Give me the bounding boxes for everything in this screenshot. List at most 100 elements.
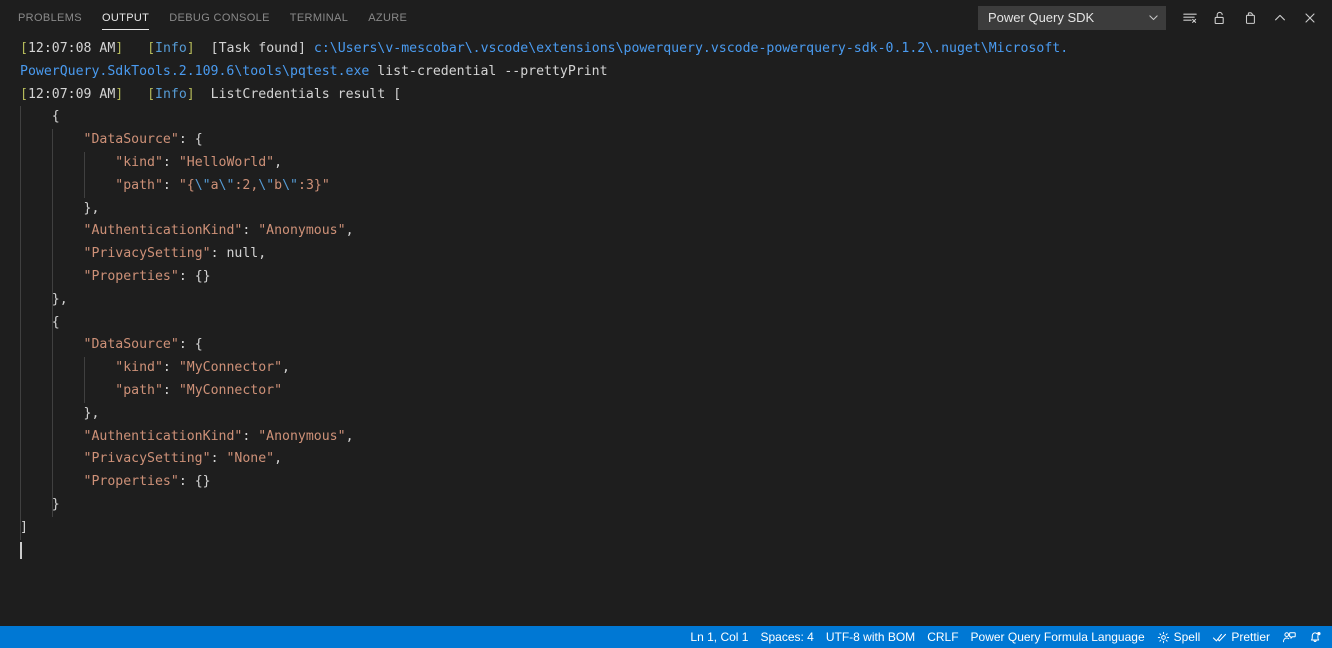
output-line: "path": "{\"a\":2,\"b\":3}" — [20, 175, 1332, 198]
feedback-person-icon — [1282, 630, 1296, 644]
output-token-plain: list-credential --prettyPrint — [369, 63, 608, 79]
status-item-editor-position[interactable]: Ln 1, Col 1 — [684, 626, 754, 648]
status-bar: Ln 1, Col 1 Spaces: 4 UTF-8 with BOM CRLF Po… — [0, 626, 1332, 648]
output-token-punc: { — [20, 314, 60, 330]
output-token-punc: : — [162, 154, 179, 170]
status-item-label: Spell — [1173, 630, 1201, 644]
output-token-key: "kind" — [115, 360, 163, 376]
output-line: }, — [20, 403, 1332, 426]
output-token-plain — [195, 41, 211, 56]
output-token-info: Info — [155, 41, 187, 56]
output-token-key: "path" — [115, 382, 163, 398]
output-token-plain: ListCredentials result [ — [210, 86, 402, 102]
output-view[interactable]: [12:07:08 AM] [Info] [Task found] c:\Use… — [0, 35, 1332, 626]
open-output-in-editor-button[interactable] — [1236, 4, 1264, 32]
output-token-bracket: [ — [20, 41, 28, 56]
output-line: "DataSource": { — [20, 129, 1332, 152]
output-token-punc: } — [20, 496, 60, 512]
output-token-punc: , — [345, 428, 354, 444]
panel-tab-debug-console[interactable]: DEBUG CONSOLE — [159, 0, 280, 35]
output-token-key: "PrivacySetting" — [83, 451, 211, 467]
output-token-punc: : — [210, 451, 227, 467]
output-line: } — [20, 494, 1332, 517]
panel-actions: Power Query SDK — [978, 0, 1332, 35]
status-item-editor-eol[interactable]: CRLF — [921, 626, 964, 648]
output-line: { — [20, 312, 1332, 335]
output-token-esc: \" — [194, 177, 211, 193]
status-item-feedback[interactable] — [1276, 626, 1302, 648]
status-item-label: Power Query Formula Language — [970, 630, 1145, 644]
output-line: ] — [20, 517, 1332, 540]
output-token-bracket: [ — [147, 86, 156, 102]
output-token-str: b — [274, 177, 283, 193]
output-line: }, — [20, 289, 1332, 312]
output-token-punc: ] — [20, 519, 28, 535]
panel-tab-label: TERMINAL — [289, 11, 349, 24]
output-token-punc: : {} — [178, 474, 211, 490]
status-item-notifications[interactable] — [1302, 626, 1328, 648]
output-token-str: "MyConnector" — [178, 382, 283, 398]
output-token-str: "HelloWorld" — [178, 154, 275, 170]
output-token-info: Info — [155, 86, 187, 102]
output-token-punc: : — [162, 360, 179, 376]
status-item-editor-encoding[interactable]: UTF-8 with BOM — [820, 626, 921, 648]
status-item-prettier[interactable]: Prettier — [1206, 626, 1276, 648]
output-token-str: "MyConnector" — [178, 360, 283, 376]
output-token-punc — [20, 178, 115, 193]
output-token-key: "AuthenticationKind" — [83, 223, 243, 239]
output-line: { — [20, 106, 1332, 129]
gear-icon — [1157, 631, 1170, 644]
status-item-spell-checker[interactable]: Spell — [1151, 626, 1207, 648]
panel-header: PROBLEMS OUTPUT DEBUG CONSOLE TERMINAL AZURE… — [0, 0, 1332, 35]
clear-output-button[interactable] — [1176, 4, 1204, 32]
output-token-bracket: [ — [20, 86, 28, 102]
output-channel-value: Power Query SDK — [988, 10, 1095, 25]
chevron-down-icon — [1147, 11, 1160, 24]
output-token-esc: \" — [218, 177, 235, 193]
output-channel-dropdown[interactable]: Power Query SDK — [978, 5, 1166, 30]
output-log-content: [12:07:08 AM] [Info] [Task found] c:\Use… — [0, 38, 1332, 562]
output-token-punc: }, — [20, 200, 100, 216]
output-token-punc — [20, 451, 84, 466]
output-token-punc: : — [242, 223, 259, 239]
close-panel-button[interactable] — [1296, 4, 1324, 32]
output-token-key: "kind" — [115, 154, 163, 170]
vscode-panel-window: PROBLEMS OUTPUT DEBUG CONSOLE TERMINAL AZURE… — [0, 0, 1332, 648]
bell-dot-icon — [1308, 630, 1322, 644]
maximize-panel-size-button[interactable] — [1266, 4, 1294, 32]
panel-tab-problems[interactable]: PROBLEMS — [8, 0, 92, 35]
panel-tab-output[interactable]: OUTPUT — [92, 0, 159, 35]
output-token-punc — [20, 155, 115, 170]
output-line: "Properties": {} — [20, 471, 1332, 494]
output-token-str: :2, — [234, 177, 259, 193]
panel-tab-azure[interactable]: AZURE — [358, 0, 417, 35]
status-item-label: Spaces: 4 — [760, 630, 814, 644]
panel-tab-label: DEBUG CONSOLE — [169, 11, 270, 24]
output-token-punc: : — [210, 246, 227, 262]
output-token-null: null — [226, 246, 259, 262]
output-token-punc — [20, 337, 84, 352]
output-token-str: "Anonymous" — [258, 428, 346, 444]
panel-tab-terminal[interactable]: TERMINAL — [280, 0, 358, 35]
output-token-key: "PrivacySetting" — [83, 246, 211, 262]
output-token-str: a — [210, 177, 219, 193]
output-token-punc: : { — [178, 132, 203, 148]
status-item-label: CRLF — [927, 630, 959, 644]
output-token-punc: }, — [20, 291, 68, 307]
status-item-editor-indentation[interactable]: Spaces: 4 — [754, 626, 819, 648]
output-line: PowerQuery.SdkTools.2.109.6\tools\pqtest… — [20, 61, 1332, 84]
output-line: "PrivacySetting": null, — [20, 243, 1332, 266]
output-line: "Properties": {} — [20, 266, 1332, 289]
output-token-punc — [20, 474, 84, 489]
turn-auto-scrolling-off-button[interactable] — [1206, 4, 1234, 32]
panel-tab-label: OUTPUT — [101, 11, 150, 24]
output-token-plain: 12:07:09 AM — [27, 86, 116, 102]
output-token-punc: : — [162, 177, 179, 193]
panel-tab-label: AZURE — [368, 11, 408, 24]
status-item-editor-language[interactable]: Power Query Formula Language — [965, 626, 1151, 648]
output-token-punc: }, — [20, 405, 100, 421]
output-token-punc — [20, 132, 84, 147]
output-token-str: "Anonymous" — [258, 223, 346, 239]
output-token-str: "None" — [226, 451, 275, 467]
